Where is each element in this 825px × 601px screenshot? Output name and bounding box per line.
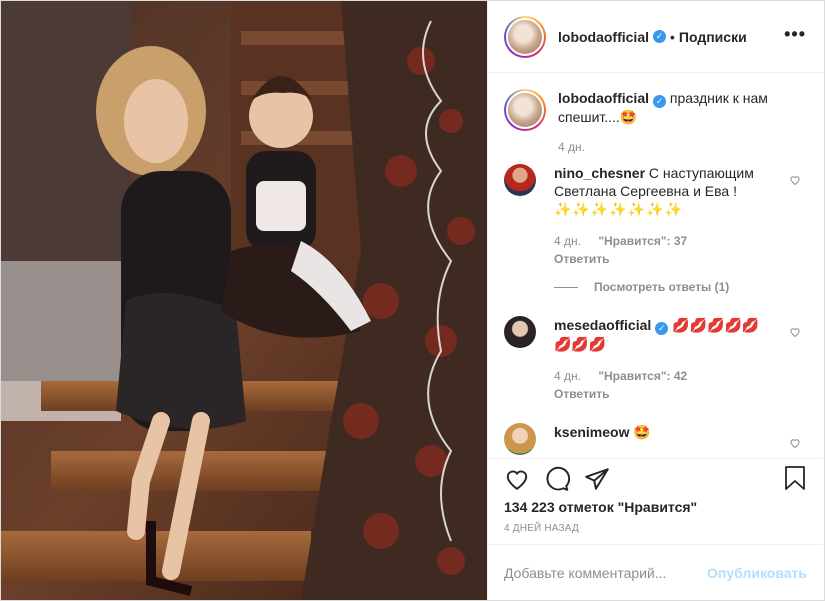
verified-badge-icon: ✓ — [653, 95, 666, 108]
comment: mesedaofficial ✓ 💋💋💋💋💋💋💋💋 4 дн. "Нравится… — [504, 316, 807, 403]
comment-username[interactable]: ksenimeow — [554, 424, 629, 440]
comment-like-heart-icon[interactable] — [789, 326, 801, 338]
sparkles-emoji: ✨✨✨✨✨✨✨ — [554, 201, 684, 217]
view-replies-toggle[interactable]: Посмотреть ответы (1) — [504, 280, 807, 294]
comments-list[interactable]: lobodaofficial ✓ праздник к нам спешит...… — [488, 73, 823, 458]
comment-likes[interactable]: "Нравится": 37 — [598, 234, 687, 248]
comment: nino_chesner С наступающим Светлана Серг… — [504, 164, 807, 268]
view-replies-label[interactable]: Посмотреть ответы (1) — [594, 280, 729, 294]
add-comment-bar: Опубликовать — [488, 544, 823, 600]
star-struck-emoji: 🤩 — [619, 109, 638, 125]
post-header: lobodaofficial ✓ • Подписки ••• — [488, 1, 824, 73]
caption-time[interactable]: 4 дн. — [558, 140, 585, 154]
following-button[interactable]: Подписки — [679, 29, 747, 45]
caption-username[interactable]: lobodaofficial — [558, 90, 649, 106]
post-sidebar: lobodaofficial ✓ • Подписки ••• lobodaof… — [487, 1, 824, 600]
comment: ksenimeow 🤩 — [504, 423, 807, 455]
reply-button[interactable]: Ответить — [554, 385, 774, 403]
header-separator: • — [670, 28, 675, 45]
commenter-avatar[interactable] — [504, 164, 536, 196]
star-struck-emoji: 🤩 — [633, 424, 651, 440]
reply-button[interactable]: Ответить — [554, 250, 774, 268]
replies-divider — [554, 286, 578, 288]
author-username[interactable]: lobodaofficial — [558, 29, 649, 45]
comment-like-heart-icon[interactable] — [789, 437, 801, 449]
verified-badge-icon: ✓ — [653, 30, 666, 43]
comment-time[interactable]: 4 дн. — [554, 369, 581, 383]
caption-avatar[interactable] — [504, 89, 546, 131]
comment-time[interactable]: 4 дн. — [554, 234, 581, 248]
comment-bubble-icon[interactable] — [544, 466, 570, 492]
post-actions: 134 223 отметок "Нравится" 4 ДНЕЙ НАЗАД — [488, 458, 823, 538]
photo-illustration — [1, 1, 487, 600]
save-bookmark-icon[interactable] — [783, 465, 807, 491]
comment-username[interactable]: mesedaofficial — [554, 317, 651, 333]
instagram-post: lobodaofficial ✓ • Подписки ••• lobodaof… — [0, 0, 825, 601]
share-send-icon[interactable] — [584, 466, 610, 492]
post-photo[interactable] — [1, 1, 487, 600]
post-caption: lobodaofficial ✓ праздник к нам спешит...… — [504, 89, 807, 154]
post-date[interactable]: 4 ДНЕЙ НАЗАД — [504, 523, 807, 534]
publish-button[interactable]: Опубликовать — [707, 565, 807, 581]
commenter-avatar[interactable] — [504, 316, 536, 348]
more-options-icon[interactable]: ••• — [784, 25, 806, 43]
comment-input[interactable] — [504, 564, 708, 581]
verified-badge-icon: ✓ — [655, 322, 669, 335]
author-avatar[interactable] — [504, 15, 546, 58]
like-heart-icon[interactable] — [504, 466, 530, 492]
comment-likes[interactable]: "Нравится": 42 — [598, 369, 687, 383]
likes-count[interactable]: 134 223 отметок "Нравится" — [504, 499, 807, 515]
commenter-avatar[interactable] — [504, 423, 536, 455]
comment-like-heart-icon[interactable] — [789, 174, 801, 186]
comment-username[interactable]: nino_chesner — [554, 165, 645, 181]
